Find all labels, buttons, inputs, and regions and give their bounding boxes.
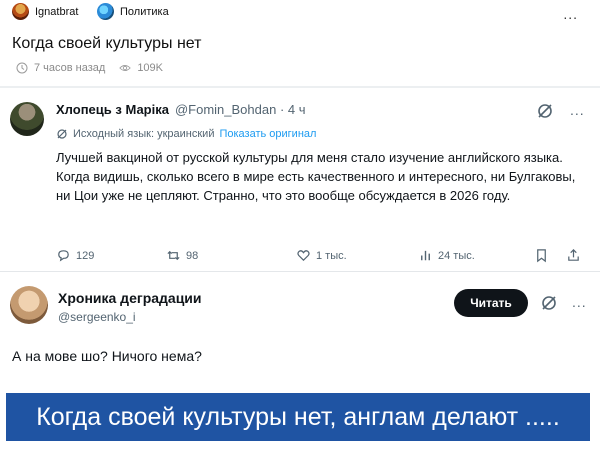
category-name[interactable]: Политика: [120, 6, 169, 18]
reply-count: 129: [76, 249, 95, 262]
category-icon: [97, 3, 114, 20]
caption-banner: Когда своей культуры нет, англам делают …: [6, 393, 590, 441]
author-chip[interactable]: Ignatbrat: [12, 3, 78, 20]
reply-icon: [58, 250, 69, 262]
retweet-icon: [167, 250, 180, 261]
heart-icon: [297, 250, 310, 262]
tweet-author-handle[interactable]: @Fomin_Bohdan · 4 ч: [175, 102, 306, 117]
post-meta: 7 часов назад 109K: [16, 62, 163, 74]
bookmark-button[interactable]: [534, 248, 549, 263]
share-icon: [568, 249, 579, 261]
post-time: 7 часов назад: [34, 62, 106, 74]
category-chip[interactable]: Политика: [97, 3, 169, 20]
tweet-actions: 129 98 1 тыс. 24 тыс.: [56, 248, 596, 266]
retweet-count: 98: [186, 249, 199, 262]
translation-note: Исходный язык: украинский: [73, 128, 215, 140]
views-count: 24 тыс.: [438, 249, 475, 262]
grok-icon[interactable]: [540, 294, 558, 312]
author-avatar: [12, 3, 29, 20]
bookmark-icon: [537, 249, 546, 263]
avatar[interactable]: [10, 286, 48, 324]
tweet-more-button[interactable]: ...: [572, 294, 587, 310]
post-more-button[interactable]: ...: [563, 6, 578, 22]
tweet-header: Хлопець з Маріка @Fomin_Bohdan · 4 ч: [56, 102, 306, 117]
like-count: 1 тыс.: [316, 249, 347, 262]
reply-button[interactable]: 129: [56, 248, 94, 263]
views-button[interactable]: 24 тыс.: [418, 248, 475, 263]
share-button[interactable]: [566, 248, 581, 263]
post-title: Когда своей культуры нет: [12, 35, 202, 52]
tweet-text: Лучшей вакциной от русской культуры для …: [56, 150, 576, 203]
like-button[interactable]: 1 тыс.: [296, 248, 347, 263]
views-chart-icon: [421, 250, 430, 261]
tweet-card[interactable]: Хлопець з Маріка @Fomin_Bohdan · 4 ч ...…: [0, 88, 600, 271]
grok-icon[interactable]: [536, 102, 554, 120]
follow-button[interactable]: Читать: [454, 289, 528, 317]
avatar[interactable]: [10, 102, 44, 136]
author-name[interactable]: Ignatbrat: [35, 6, 78, 18]
post-views: 109K: [137, 62, 164, 74]
tweet-card[interactable]: Хроника деградации @sergeenko_i Читать .…: [0, 272, 600, 382]
translation-row: Исходный язык: украинский Показать ориги…: [56, 128, 316, 140]
post-header: Ignatbrat Политика ...: [0, 0, 600, 26]
tweet-more-button[interactable]: ...: [570, 102, 585, 118]
eye-icon: [119, 65, 132, 71]
retweet-button[interactable]: 98: [166, 248, 198, 263]
tweet-author-name[interactable]: Хлопець з Маріка: [56, 102, 169, 117]
grok-translate-icon: [57, 129, 67, 139]
tweet-text: А на мове шо? Ничого нема?: [12, 348, 202, 364]
caption-text: Когда своей культуры нет, англам делают …: [36, 402, 560, 431]
tweet-author-name[interactable]: Хроника деградации: [58, 290, 202, 306]
tweet-author-handle[interactable]: @sergeenko_i: [58, 310, 136, 324]
show-original-link[interactable]: Показать оригинал: [219, 128, 316, 140]
clock-icon: [16, 62, 28, 74]
